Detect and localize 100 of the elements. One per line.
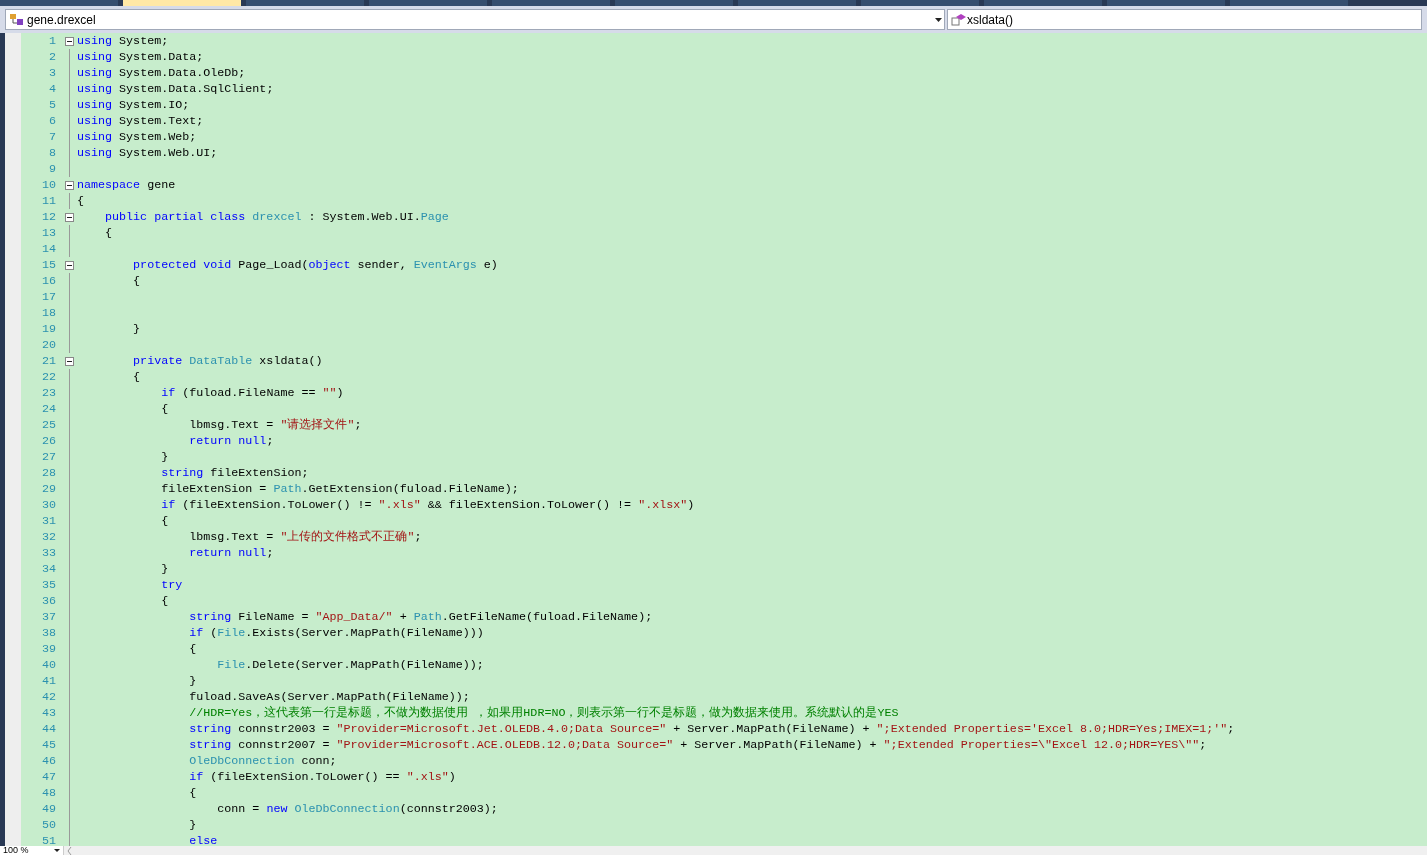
- code-line: {: [188, 785, 197, 801]
- dropdown-value: xsldata(): [967, 11, 1013, 29]
- line-number: 17: [40, 289, 56, 305]
- line-number: 37: [40, 609, 56, 625]
- collapse-icon[interactable]: [65, 261, 74, 270]
- document-tab[interactable]: [246, 0, 364, 6]
- collapse-icon[interactable]: [65, 37, 74, 46]
- code-line: if (fileExtenSion.ToLower() == ".xls"): [188, 769, 456, 785]
- code-line: else: [188, 833, 218, 846]
- code-line: lbmsg.Text = "请选择文件";: [188, 417, 362, 433]
- code-line: using System.Data.SqlClient;: [77, 81, 274, 97]
- line-number: 2: [48, 49, 56, 65]
- method-icon: [951, 12, 967, 27]
- code-line: }: [132, 321, 141, 337]
- dropdown-value: gene.drexcel: [27, 11, 97, 29]
- document-tab[interactable]: [123, 0, 241, 6]
- code-line: string fileExtenSion;: [160, 465, 309, 481]
- line-number: 42: [40, 689, 56, 705]
- line-number: 46: [40, 753, 56, 769]
- document-tab[interactable]: [1107, 0, 1225, 6]
- line-number: 34: [40, 561, 56, 577]
- line-number: 10: [40, 177, 56, 193]
- code-line: File.Delete(Server.MapPath(FileName));: [216, 657, 484, 673]
- line-number: 14: [40, 241, 56, 257]
- type-dropdown[interactable]: gene.drexcel: [5, 9, 945, 30]
- line-number: 26: [40, 433, 56, 449]
- line-number: 30: [40, 497, 56, 513]
- code-line: }: [160, 561, 169, 577]
- line-number: 12: [40, 209, 56, 225]
- line-number: 36: [40, 593, 56, 609]
- line-number: 25: [40, 417, 56, 433]
- line-number: 18: [40, 305, 56, 321]
- line-number: 20: [40, 337, 56, 353]
- collapse-icon[interactable]: [65, 357, 74, 366]
- code-line: string connstr2003 = "Provider=Microsoft.Jet.OLEDB.4.0;Data Source=" + Server.MapPath(FileName) + ";Extended Properties='Excel 8.0;HDR=Yes;IMEX=1;'";: [188, 721, 1235, 737]
- collapse-icon[interactable]: [65, 213, 74, 222]
- dropdown-arrow-icon: [54, 849, 60, 852]
- document-tab[interactable]: [369, 0, 487, 6]
- line-number: 39: [40, 641, 56, 657]
- line-number: 23: [40, 385, 56, 401]
- code-line: using System.IO;: [77, 97, 190, 113]
- zoom-dropdown[interactable]: 100 %: [0, 846, 64, 855]
- line-number: 16: [40, 273, 56, 289]
- collapse-icon[interactable]: [65, 181, 74, 190]
- code-line: if (fuload.FileName == ""): [160, 385, 344, 401]
- document-tab[interactable]: [861, 0, 979, 6]
- code-line: {: [132, 273, 141, 289]
- line-number: 19: [40, 321, 56, 337]
- line-number: 28: [40, 465, 56, 481]
- line-number: 41: [40, 673, 56, 689]
- code-line: namespace gene: [77, 177, 176, 193]
- line-number: 3: [48, 65, 56, 81]
- line-number: 4: [48, 81, 56, 97]
- code-line: if (File.Exists(Server.MapPath(FileName))): [188, 625, 484, 641]
- code-line: conn = new OleDbConnection(connstr2003);: [216, 801, 498, 817]
- code-line: try: [160, 577, 183, 593]
- line-number: 50: [40, 817, 56, 833]
- line-number: 1: [48, 33, 56, 49]
- code-line: }: [188, 673, 197, 689]
- document-tab[interactable]: [1230, 0, 1348, 6]
- line-number: 45: [40, 737, 56, 753]
- code-line: {: [104, 225, 113, 241]
- line-number: 44: [40, 721, 56, 737]
- line-number: 51: [40, 833, 56, 846]
- line-number: 35: [40, 577, 56, 593]
- code-line: using System.Web.UI;: [77, 145, 218, 161]
- document-tab[interactable]: [984, 0, 1102, 6]
- line-number: 8: [48, 145, 56, 161]
- line-number: 43: [40, 705, 56, 721]
- code-line: using System.Data.OleDb;: [77, 65, 246, 81]
- line-number: 49: [40, 801, 56, 817]
- code-line: public partial class drexcel : System.Web.UI.Page: [104, 209, 449, 225]
- code-line: OleDbConnection conn;: [188, 753, 337, 769]
- line-number: 40: [40, 657, 56, 673]
- document-tab[interactable]: [492, 0, 610, 6]
- document-tab[interactable]: [738, 0, 856, 6]
- code-line: if (fileExtenSion.ToLower() != ".xls" && fileExtenSion.ToLower() != ".xlsx"): [160, 497, 695, 513]
- line-number: 15: [40, 257, 56, 273]
- scroll-left-icon[interactable]: [67, 846, 72, 855]
- code-line: using System.Text;: [77, 113, 204, 129]
- code-line: using System;: [77, 33, 169, 49]
- class-icon: [9, 12, 25, 27]
- code-line: {: [160, 401, 169, 417]
- code-line: string connstr2007 = "Provider=Microsoft.ACE.OLEDB.12.0;Data Source=" + Server.MapPath(FileName) + ";Extended Properties=\"Excel 12.0;HDR=YES\"";: [188, 737, 1207, 753]
- member-dropdown[interactable]: xsldata(): [947, 9, 1422, 30]
- document-tab[interactable]: [615, 0, 733, 6]
- line-number: 27: [40, 449, 56, 465]
- code-line: {: [160, 593, 169, 609]
- line-number: 48: [40, 785, 56, 801]
- line-number: 29: [40, 481, 56, 497]
- line-number: 24: [40, 401, 56, 417]
- code-line: protected void Page_Load(object sender, EventArgs e): [132, 257, 498, 273]
- line-number: 33: [40, 545, 56, 561]
- dropdown-arrow-icon: [935, 17, 942, 22]
- document-tab[interactable]: [0, 0, 118, 6]
- code-line: fileExtenSion = Path.GetExtension(fuload.FileName);: [160, 481, 519, 497]
- line-number: 9: [48, 161, 56, 177]
- code-line: }: [188, 817, 197, 833]
- line-number: 21: [40, 353, 56, 369]
- code-line: fuload.SaveAs(Server.MapPath(FileName));: [188, 689, 470, 705]
